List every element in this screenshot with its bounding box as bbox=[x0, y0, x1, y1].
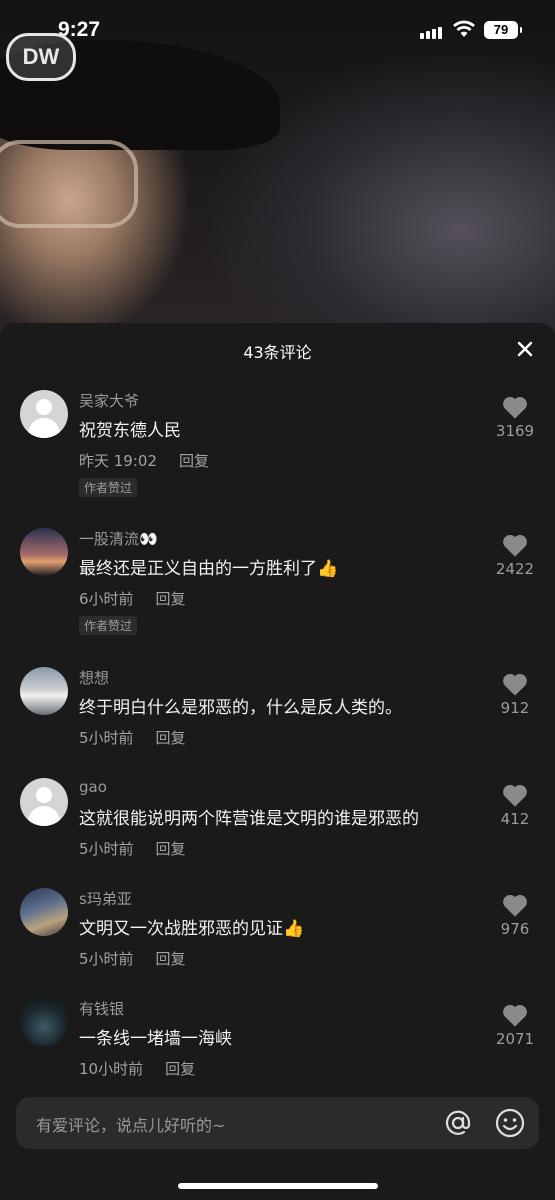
video-glasses-shape bbox=[0, 140, 138, 228]
comment-meta: 昨天 19:02 回复 bbox=[79, 450, 209, 471]
like-button[interactable]: 976 bbox=[491, 892, 539, 938]
avatar[interactable] bbox=[20, 667, 68, 715]
comment-text: 祝贺东德人民 bbox=[79, 421, 181, 441]
like-count: 912 bbox=[500, 699, 530, 717]
comment-meta: 5小时前 回复 bbox=[79, 948, 186, 969]
comment-text: 终于明白什么是邪恶的，什么是反人类的。 bbox=[79, 698, 402, 718]
avatar[interactable] bbox=[20, 528, 68, 576]
comment-input[interactable]: 有爱评论，说点儿好听的~ bbox=[16, 1097, 539, 1149]
heart-icon bbox=[503, 673, 527, 696]
like-button[interactable]: 2422 bbox=[491, 532, 539, 578]
signal-icon bbox=[420, 24, 444, 43]
comment-meta: 10小时前 回复 bbox=[79, 1058, 195, 1079]
heart-icon bbox=[503, 1004, 527, 1027]
status-bar: 9:27 79 bbox=[0, 0, 555, 60]
like-count: 3169 bbox=[495, 422, 535, 440]
battery-indicator: 79 bbox=[484, 21, 522, 39]
wifi-icon bbox=[453, 20, 475, 37]
comment-time: 5小时前 bbox=[79, 729, 134, 747]
close-icon[interactable] bbox=[513, 337, 537, 361]
reply-button[interactable]: 回复 bbox=[156, 950, 186, 968]
author-liked-badge: 作者赞过 bbox=[79, 478, 138, 497]
reply-button[interactable]: 回复 bbox=[156, 590, 186, 608]
like-count: 976 bbox=[500, 920, 530, 938]
comment-username[interactable]: gao bbox=[79, 778, 107, 796]
heart-icon bbox=[503, 894, 527, 917]
reply-button[interactable]: 回复 bbox=[179, 452, 209, 470]
like-button[interactable]: 2071 bbox=[491, 1002, 539, 1048]
comment-text: 这就很能说明两个阵营谁是文明的谁是邪恶的 bbox=[79, 809, 419, 829]
reply-button[interactable]: 回复 bbox=[165, 1060, 195, 1078]
avatar[interactable] bbox=[20, 888, 68, 936]
comments-count-title: 43条评论 bbox=[243, 343, 312, 362]
like-count: 2071 bbox=[495, 1030, 535, 1048]
comment-input-placeholder: 有爱评论，说点儿好听的~ bbox=[36, 1116, 226, 1135]
dw-logo: DW bbox=[6, 33, 76, 81]
comment-time: 5小时前 bbox=[79, 840, 134, 858]
heart-icon bbox=[503, 784, 527, 807]
comment-text: 一条线一堵墙一海峡 bbox=[79, 1029, 232, 1049]
home-indicator bbox=[178, 1183, 378, 1189]
comment-meta: 6小时前 回复 bbox=[79, 588, 186, 609]
reply-button[interactable]: 回复 bbox=[156, 729, 186, 747]
like-count: 2422 bbox=[495, 560, 535, 578]
comment-time: 10小时前 bbox=[79, 1060, 144, 1078]
comment-username[interactable]: 吴家大爷 bbox=[79, 390, 139, 411]
comment-text: 最终还是正义自由的一方胜利了👍 bbox=[79, 559, 339, 579]
comment-time: 5小时前 bbox=[79, 950, 134, 968]
comment-time: 昨天 19:02 bbox=[79, 452, 157, 470]
like-button[interactable]: 912 bbox=[491, 671, 539, 717]
heart-icon bbox=[503, 534, 527, 557]
avatar[interactable] bbox=[20, 390, 68, 438]
avatar[interactable] bbox=[20, 778, 68, 826]
comment-meta: 5小时前 回复 bbox=[79, 727, 186, 748]
like-count: 412 bbox=[500, 810, 530, 828]
comment-username[interactable]: 有钱银 bbox=[79, 998, 124, 1019]
comment-username[interactable]: s玛弟亚 bbox=[79, 888, 132, 909]
comment-username[interactable]: 一股清流👀 bbox=[79, 528, 158, 549]
comment-time: 6小时前 bbox=[79, 590, 134, 608]
like-button[interactable]: 412 bbox=[491, 782, 539, 828]
smile-icon[interactable] bbox=[494, 1107, 526, 1139]
author-liked-badge: 作者赞过 bbox=[79, 616, 138, 635]
comment-meta: 5小时前 回复 bbox=[79, 838, 186, 859]
comments-sheet: 43条评论 吴家大爷 祝贺东德人民 昨天 19:02 回复 作者赞过 3169 一… bbox=[0, 323, 555, 1200]
comment-username[interactable]: 想想 bbox=[79, 667, 109, 688]
at-icon[interactable] bbox=[442, 1107, 474, 1139]
heart-icon bbox=[503, 396, 527, 419]
reply-button[interactable]: 回复 bbox=[156, 840, 186, 858]
like-button[interactable]: 3169 bbox=[491, 394, 539, 440]
avatar[interactable] bbox=[20, 998, 68, 1046]
comment-text: 文明又一次战胜邪恶的见证👍 bbox=[79, 919, 305, 939]
